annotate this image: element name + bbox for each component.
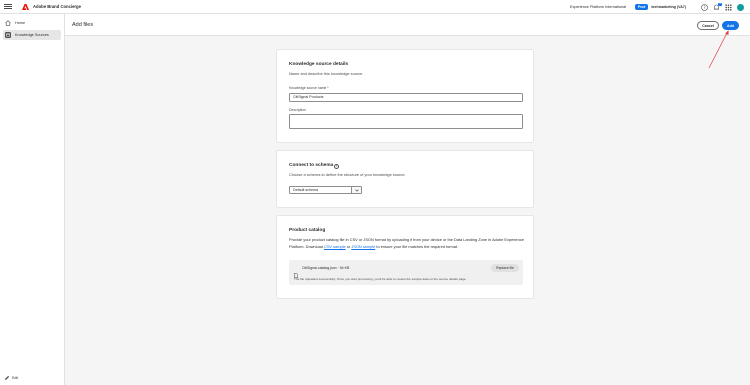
catalog-description-end: to ensure your file matches the required… xyxy=(375,244,459,249)
sidebar-item-knowledge-sources[interactable]: Knowledge Sources xyxy=(3,30,61,40)
adobe-logo-icon xyxy=(22,3,29,10)
cancel-button[interactable]: Cancel xyxy=(697,21,719,30)
home-icon xyxy=(5,20,11,26)
schema-select[interactable]: Default schema xyxy=(289,186,362,194)
chevron-down-icon[interactable] xyxy=(351,187,361,193)
menu-icon[interactable] xyxy=(4,4,12,9)
add-button[interactable]: Add xyxy=(722,21,739,30)
knowledge-source-details-card: Knowledge source details Name and descri… xyxy=(276,49,534,143)
top-bar-right: Experience Platform International Prod t… xyxy=(570,2,744,12)
uploaded-file-box: CitiSignal-catalog.json · 94 KB Replace … xyxy=(289,260,523,285)
apps-grid-icon[interactable] xyxy=(725,4,732,11)
knowledge-sources-icon xyxy=(5,32,11,38)
page-header: Add files Cancel Add xyxy=(65,14,750,36)
sidebar-edit-button[interactable]: Edit xyxy=(4,375,18,381)
sidebar-item-label: Home xyxy=(15,21,26,25)
description-field-label: Description xyxy=(289,108,306,112)
product-catalog-card: Product catalog Provide your product cat… xyxy=(276,215,534,299)
csv-sample-link[interactable]: CSV sample xyxy=(324,244,346,249)
app-title: Adobe Brand Concierge xyxy=(33,4,81,9)
card-subtitle: Choose a schema to define the structure … xyxy=(289,172,406,177)
description-textarea[interactable] xyxy=(289,114,523,129)
bell-icon[interactable]: 1 xyxy=(713,2,722,11)
json-sample-link[interactable]: JSON sample xyxy=(351,244,375,249)
info-icon[interactable]: i xyxy=(334,163,339,169)
sidebar-item-label: Knowledge Sources xyxy=(15,33,49,37)
file-icon xyxy=(294,265,298,278)
connect-to-schema-card: Connect to schema i Choose a schema to d… xyxy=(276,150,534,208)
sidebar-edit-label: Edit xyxy=(12,376,19,380)
card-title: Knowledge source details xyxy=(289,62,349,67)
help-icon[interactable]: ? xyxy=(701,3,708,11)
page-title: Add files xyxy=(72,22,94,28)
notification-badge: 1 xyxy=(718,2,722,6)
sandbox-switcher[interactable]: techmarketing (VA7) xyxy=(651,5,686,9)
env-badge: Prod xyxy=(635,4,649,10)
upload-status-message: The file uploaded successfully. Once you… xyxy=(294,277,467,281)
pencil-icon xyxy=(4,375,10,381)
card-title: Product catalog xyxy=(289,228,326,233)
svg-text:?: ? xyxy=(703,5,705,10)
replace-file-button[interactable]: Replace file xyxy=(491,264,519,272)
org-switcher[interactable]: Experience Platform International xyxy=(570,5,626,9)
card-subtitle: Name and describe this knowledge source. xyxy=(289,71,364,76)
schema-select-value: Default schema xyxy=(293,188,318,192)
sidebar-item-home[interactable]: Home xyxy=(3,18,61,28)
avatar[interactable] xyxy=(737,3,744,11)
top-bar: Adobe Brand Concierge Experience Platfor… xyxy=(0,0,750,14)
card-title: Connect to schema xyxy=(289,163,334,168)
knowledge-source-name-input[interactable]: CitiSignal Products xyxy=(289,93,523,102)
name-field-label: Knowledge source name * xyxy=(289,86,329,90)
file-name: CitiSignal-catalog.json · 94 KB xyxy=(302,266,350,270)
catalog-description: Provide your product catalog file in CSV… xyxy=(289,236,525,250)
sidebar: Home Knowledge Sources Edit xyxy=(0,14,65,385)
